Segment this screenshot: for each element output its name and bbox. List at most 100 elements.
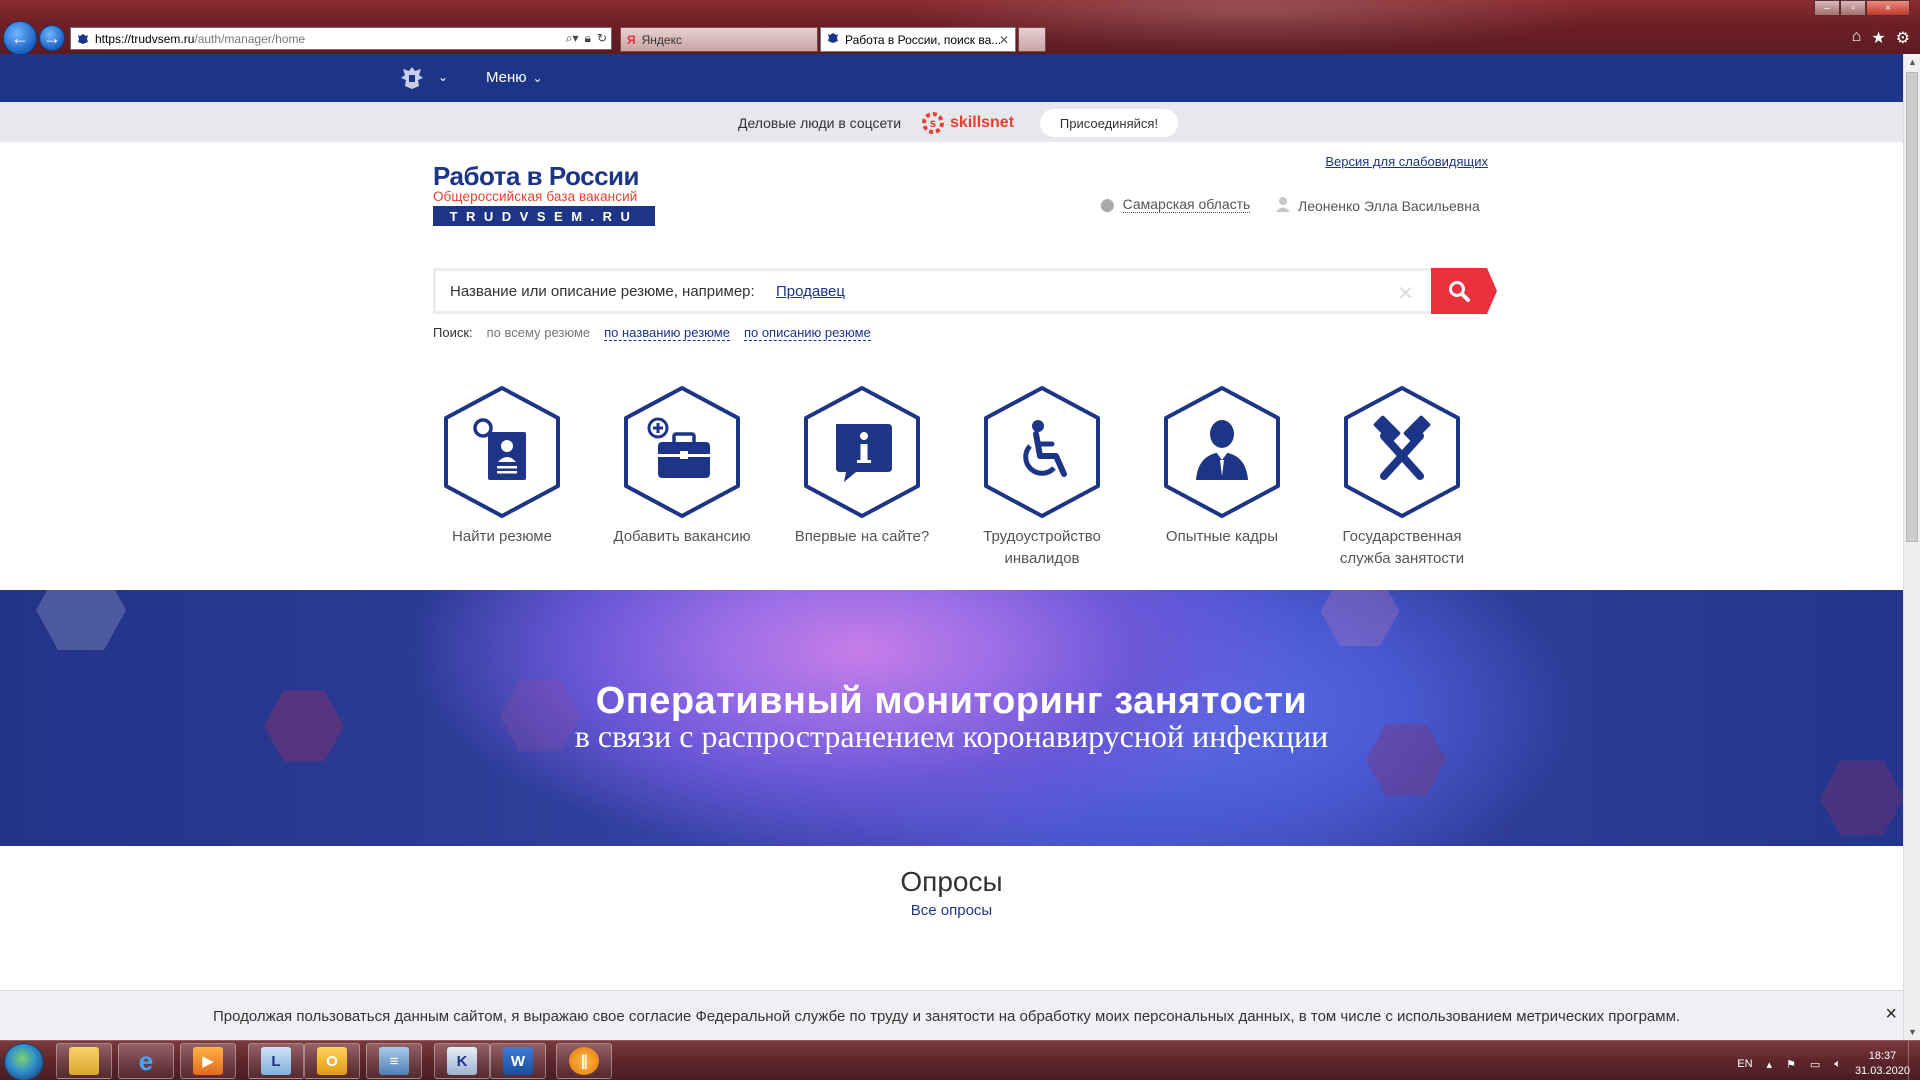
favorites-star-icon[interactable]: ★ xyxy=(1871,28,1885,48)
find-resume-icon xyxy=(473,418,526,480)
scope-resume-description[interactable]: по описанию резюме xyxy=(743,325,871,341)
clock-time: 18:37 xyxy=(1868,1050,1897,1062)
quick-link-disabled-employment[interactable]: Трудоустройство инвалидов xyxy=(967,384,1117,570)
region-selector[interactable]: ⬤ Самарская область xyxy=(1100,196,1251,213)
scope-resume-title[interactable]: по названию резюме xyxy=(604,325,730,341)
minimize-button[interactable]: – xyxy=(1814,0,1840,16)
action-center-flag-icon[interactable]: ⚑ xyxy=(1786,1058,1796,1071)
quick-link-experienced-staff[interactable]: Опытные кадры xyxy=(1147,384,1297,548)
gear-icon[interactable]: ⚙ xyxy=(1896,28,1910,48)
user-profile[interactable]: Леоненко Элла Васильевна xyxy=(1276,196,1480,215)
network-icon[interactable]: ▭ xyxy=(1810,1058,1820,1071)
russia-emblem-icon[interactable] xyxy=(398,64,426,92)
maximize-button[interactable]: ▫ xyxy=(1840,0,1866,16)
quick-link-add-vacancy[interactable]: Добавить вакансию xyxy=(607,384,757,548)
word-icon: W xyxy=(503,1047,533,1075)
quick-link-label: Государственная служба занятости xyxy=(1339,528,1465,567)
info-icon xyxy=(836,424,892,482)
logo-title: Работа в России xyxy=(433,161,640,191)
taskbar-app-k[interactable]: K xyxy=(434,1043,490,1079)
banner-title: Оперативный мониторинг занятости xyxy=(595,680,1308,722)
document-app-icon: L xyxy=(261,1047,291,1075)
taskbar-ie[interactable]: e xyxy=(118,1043,174,1079)
taskbar: e ▶ L O ≡ K W ∥ EN ▴ ⚑ ▭ 🔈︎ 18:37 31.03.… xyxy=(0,1040,1920,1080)
taskbar-app-orange[interactable]: ∥ xyxy=(556,1043,612,1079)
browser-chrome: ← → https://trudvsem.ru/auth/manager/hom… xyxy=(0,0,1920,55)
monitoring-banner[interactable]: Оперативный мониторинг занятости в связи… xyxy=(0,590,1903,846)
search-example-link[interactable]: Продавец xyxy=(776,283,845,300)
wheelchair-icon xyxy=(1023,420,1067,477)
url-path: /auth/manager/home xyxy=(194,31,306,46)
clear-icon[interactable]: ✕ xyxy=(1397,281,1414,306)
person-icon xyxy=(1196,420,1248,480)
address-bar[interactable]: https://trudvsem.ru/auth/manager/home ⌕▾… xyxy=(70,27,612,50)
quick-link-first-time[interactable]: Впервые на сайте? xyxy=(787,384,937,548)
language-indicator[interactable]: EN xyxy=(1737,1058,1752,1070)
decor-hexagon xyxy=(1320,590,1400,646)
taskbar-explorer[interactable] xyxy=(56,1043,112,1079)
show-hidden-icons-icon[interactable]: ▴ xyxy=(1767,1058,1773,1071)
promo-text: Деловые люди в соцсети xyxy=(738,115,902,131)
site-favicon-icon xyxy=(75,32,91,46)
url-host: https://trudvsem.ru xyxy=(95,31,195,46)
scroll-down-icon[interactable]: ▼ xyxy=(1904,1024,1920,1040)
close-tab-icon[interactable]: ✕ xyxy=(999,33,1009,47)
search-icon[interactable]: ⌕▾ xyxy=(566,31,579,46)
taskbar-word[interactable]: W xyxy=(490,1043,546,1079)
menu-button[interactable]: Меню ⌄ xyxy=(486,69,543,86)
system-tray: EN ▴ ⚑ ▭ 🔈︎ 18:37 31.03.2020 xyxy=(1737,1049,1910,1079)
polls-title: Опросы xyxy=(900,866,1003,897)
back-button[interactable]: ← xyxy=(3,21,37,55)
user-name: Леоненко Элла Васильевна xyxy=(1298,197,1480,214)
site-logo[interactable]: Работа в России Общероссийская база вака… xyxy=(433,162,655,226)
search-button[interactable] xyxy=(1431,268,1497,314)
resume-search-box[interactable]: Название или описание резюме, например: … xyxy=(433,268,1497,314)
tab-title: Работа в России, поиск ва... xyxy=(845,32,1002,47)
taskbar-database[interactable]: ≡ xyxy=(366,1043,422,1079)
low-vision-link[interactable]: Версия для слабовидящих xyxy=(1325,154,1488,169)
window-controls: – ▫ × xyxy=(1814,0,1910,16)
location-pin-icon: ⬤ xyxy=(1100,196,1115,212)
refresh-icon[interactable]: ↻ xyxy=(597,31,607,46)
decor-hexagon xyxy=(36,590,126,650)
cookie-notice-text: Продолжая пользоваться данным сайтом, я … xyxy=(213,1008,1681,1025)
forward-button[interactable]: → xyxy=(39,25,65,51)
start-button[interactable] xyxy=(4,1043,44,1080)
join-button[interactable]: Присоединяйся! xyxy=(1040,109,1178,137)
volume-icon[interactable]: 🔈︎ xyxy=(1834,1058,1841,1071)
decor-hexagon xyxy=(1820,760,1903,836)
page-scrollbar[interactable]: ▲ ▼ xyxy=(1903,54,1920,1040)
skillsnet-logo[interactable]: S skillsnet xyxy=(920,110,1014,136)
chevron-down-icon[interactable]: ⌄ xyxy=(438,70,448,84)
close-icon[interactable]: × xyxy=(1885,1003,1897,1026)
database-icon: ≡ xyxy=(379,1047,409,1075)
all-polls-link[interactable]: Все опросы xyxy=(0,902,1903,919)
taskbar-outlook[interactable]: O xyxy=(304,1043,360,1079)
quick-link-label: Добавить вакансию xyxy=(613,528,751,545)
lock-icon[interactable]: 🔒︎ xyxy=(585,31,591,46)
scrollbar-thumb[interactable] xyxy=(1906,72,1918,542)
tab-trudvsem[interactable]: Работа в России, поиск ва... ✕ xyxy=(820,27,1016,52)
media-player-icon: ▶ xyxy=(193,1047,223,1075)
tab-yandex[interactable]: Я Яндекс xyxy=(620,27,818,52)
quick-link-find-resume[interactable]: Найти резюме xyxy=(427,384,577,548)
new-tab-button[interactable] xyxy=(1018,27,1046,52)
taskbar-media-player[interactable]: ▶ xyxy=(180,1043,236,1079)
k-app-icon: K xyxy=(447,1047,477,1075)
scope-whole-resume[interactable]: по всему резюме xyxy=(487,325,590,341)
clock-date: 31.03.2020 xyxy=(1854,1065,1910,1077)
skillsnet-brand: skillsnet xyxy=(950,114,1015,131)
logo-subtitle: Общероссийская база вакансий xyxy=(433,189,638,204)
show-desktop-button[interactable] xyxy=(1908,1041,1920,1080)
quick-link-label: Трудоустройство инвалидов xyxy=(983,528,1101,567)
taskbar-app-1[interactable]: L xyxy=(248,1043,304,1079)
clock[interactable]: 18:37 31.03.2020 xyxy=(1855,1049,1910,1079)
scroll-up-icon[interactable]: ▲ xyxy=(1904,54,1920,70)
quick-link-employment-service[interactable]: Государственная служба занятости xyxy=(1327,384,1477,570)
quick-link-label: Найти резюме xyxy=(452,528,552,545)
home-icon[interactable]: ⌂ xyxy=(1852,28,1862,48)
close-window-button[interactable]: × xyxy=(1866,0,1910,16)
skillsnet-gear-icon: S xyxy=(922,112,944,134)
logo-domain: TRUDVSEM.RU xyxy=(433,206,655,226)
orange-app-icon: ∥ xyxy=(569,1047,599,1075)
